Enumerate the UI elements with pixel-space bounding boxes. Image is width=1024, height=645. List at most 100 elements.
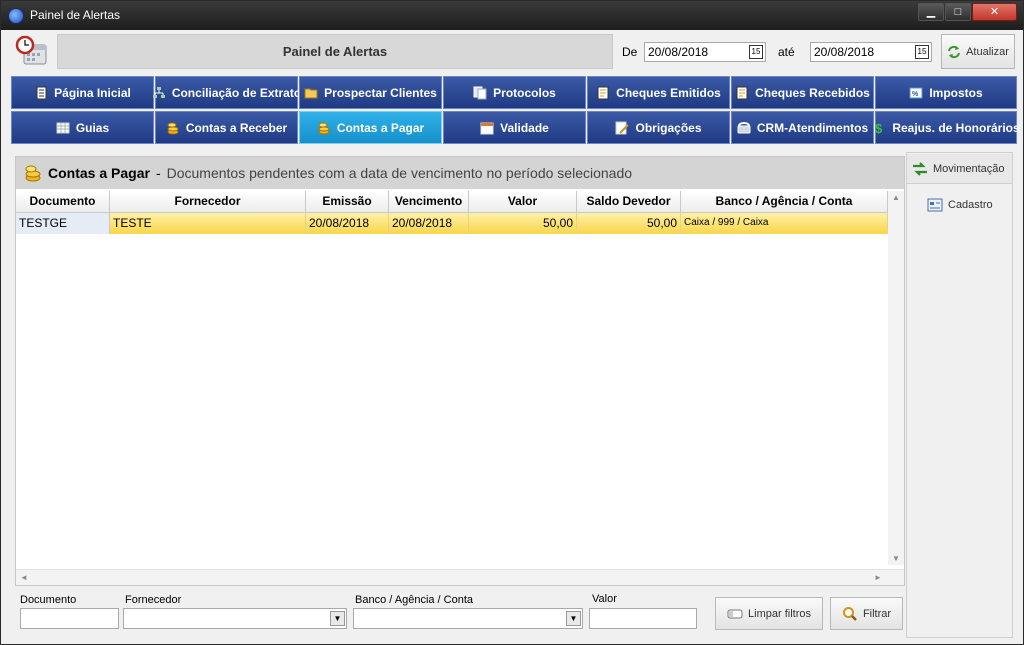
chevron-down-icon[interactable]: ▼: [330, 611, 345, 626]
document-icon: [36, 86, 47, 99]
valor-filter-input[interactable]: [589, 608, 697, 629]
nav-button-14[interactable]: $ Reajus. de Honorários: [875, 111, 1020, 144]
scroll-up-icon[interactable]: ▲: [892, 193, 900, 202]
section-title: Contas a Pagar: [48, 165, 150, 181]
nav-button-label: Cheques Recebidos: [755, 85, 870, 100]
nav-button-label: Obrigações: [635, 120, 702, 135]
nav-button-label: Prospectar Clientes: [324, 85, 437, 100]
svg-text:%: %: [912, 91, 919, 98]
results-panel: Contas a Pagar - Documentos pendentes co…: [15, 156, 905, 586]
nav-button-label: Guias: [75, 120, 110, 135]
maximize-button[interactable]: □: [945, 3, 971, 21]
nav-button-9[interactable]: Contas a Receber: [155, 111, 298, 144]
fornecedor-filter-select[interactable]: ▼: [123, 608, 347, 629]
vertical-scrollbar[interactable]: ▲ ▼: [888, 191, 904, 565]
coins-icon: [318, 122, 330, 134]
chevron-down-icon[interactable]: ▼: [566, 611, 581, 626]
side-panel: Movimentação Cadastro: [906, 152, 1013, 638]
nav-button-4[interactable]: Protocolos: [443, 76, 586, 109]
scroll-left-icon[interactable]: ◄: [20, 573, 28, 582]
from-date-input[interactable]: 20/08/2018 15: [644, 42, 766, 62]
column-header-emissao[interactable]: Emissão: [306, 191, 389, 213]
nav-button-label: Reajus. de Honorários: [892, 120, 1020, 135]
nav-button-label: Protocolos: [493, 85, 556, 100]
calendar-icon[interactable]: 15: [749, 45, 763, 59]
calendar-icon[interactable]: 15: [915, 45, 929, 59]
column-header-banco[interactable]: Banco / Agência / Conta: [681, 191, 888, 213]
exchange-icon: [913, 161, 927, 176]
filter-label: Filtrar: [862, 607, 892, 620]
nav-button-2[interactable]: Conciliação de Extrato: [152, 76, 302, 109]
column-header-saldo-devedor[interactable]: Saldo Devedor: [577, 191, 681, 213]
table-icon: [56, 122, 70, 133]
nav-button-10[interactable]: Contas a Pagar: [299, 111, 442, 144]
cell-vencimento: 20/08/2018: [389, 213, 469, 234]
svg-text:$: $: [875, 121, 883, 135]
calendar-icon: [480, 122, 494, 134]
page-title: Painel de Alertas: [57, 34, 613, 69]
nav-button-label: Impostos: [929, 85, 983, 100]
column-header-documento[interactable]: Documento: [16, 191, 110, 213]
nav-button-label: Contas a Receber: [185, 120, 288, 135]
nav-button-label: Contas a Pagar: [336, 120, 425, 135]
nav-button-label: Cheques Emitidos: [616, 85, 721, 100]
data-table: Documento Fornecedor Emissão Vencimento …: [16, 191, 888, 234]
cell-banco: Caixa / 999 / Caixa: [681, 213, 888, 234]
filter-button[interactable]: Filtrar: [830, 597, 903, 630]
form-icon: [927, 198, 943, 212]
nav-button-12[interactable]: Obrigações: [587, 111, 730, 144]
table-header: Documento Fornecedor Emissão Vencimento …: [16, 191, 888, 213]
column-header-fornecedor[interactable]: Fornecedor: [110, 191, 306, 213]
magnifier-icon: [842, 606, 857, 621]
folder-icon: [304, 88, 318, 98]
nav-button-6[interactable]: Cheques Recebidos: [731, 76, 874, 109]
nav-button-label: Validade: [500, 120, 549, 135]
app-logo-icon: [8, 8, 24, 24]
banco-filter-select[interactable]: ▼: [353, 608, 583, 629]
table-row[interactable]: TESTGE TESTE 20/08/2018 20/08/2018 50,00…: [16, 213, 888, 234]
to-date-input[interactable]: 20/08/2018 15: [810, 42, 932, 62]
cheque-icon: [597, 86, 609, 99]
cell-documento: TESTGE: [16, 213, 110, 234]
close-button[interactable]: ✕: [972, 3, 1017, 21]
valor-filter-label: Valor: [592, 593, 617, 605]
phone-icon: [737, 121, 751, 133]
nav-button-3[interactable]: Prospectar Clientes: [299, 76, 442, 109]
documento-filter-input[interactable]: [20, 608, 119, 629]
nav-button-13[interactable]: CRM-Atendimentos: [731, 111, 874, 144]
nav-button-7[interactable]: % Impostos: [875, 76, 1017, 109]
coins-icon: [167, 122, 179, 134]
cheque-icon: [736, 86, 748, 99]
nav-button-8[interactable]: Guias: [11, 111, 154, 144]
minimize-button[interactable]: ▁: [918, 3, 944, 21]
refresh-icon: [948, 45, 961, 58]
nav-button-11[interactable]: Validade: [443, 111, 586, 144]
to-date-value: 20/08/2018: [814, 45, 875, 59]
nav-grid: Página Inicial Conciliação de Extrato Pros…: [11, 76, 1020, 146]
from-label: De: [622, 45, 638, 59]
scroll-down-icon[interactable]: ▼: [892, 554, 900, 563]
horizontal-scrollbar[interactable]: ◄ ►: [16, 569, 904, 585]
nav-button-1[interactable]: Página Inicial: [11, 76, 154, 109]
side-item-movimentacao[interactable]: Movimentação: [907, 154, 1012, 184]
cell-valor: 50,00: [469, 213, 577, 234]
filter-bar: Documento Fornecedor ▼ Banco / Agência /…: [15, 590, 905, 636]
tax-icon: %: [909, 87, 923, 98]
side-item-cadastro[interactable]: Cadastro: [907, 190, 1012, 220]
clear-filters-button[interactable]: Limpar filtros: [715, 597, 823, 630]
window-controls: ▁ □ ✕: [917, 3, 1017, 21]
column-header-valor[interactable]: Valor: [469, 191, 577, 213]
nav-button-label: CRM-Atendimentos: [756, 120, 869, 135]
refresh-button[interactable]: Atualizar: [941, 34, 1015, 69]
documento-filter-label: Documento: [20, 594, 77, 606]
cell-emissao: 20/08/2018: [306, 213, 389, 234]
column-header-vencimento[interactable]: Vencimento: [389, 191, 469, 213]
dollar-icon: $: [875, 121, 883, 135]
side-item-label: Cadastro: [948, 199, 993, 211]
scroll-right-icon[interactable]: ►: [874, 573, 882, 582]
nav-button-5[interactable]: Cheques Emitidos: [587, 76, 730, 109]
edit-icon: [615, 121, 630, 134]
title-bar: Painel de Alertas ▁ □ ✕: [1, 1, 1023, 30]
nav-button-label: Conciliação de Extrato: [171, 85, 302, 100]
clear-filters-label: Limpar filtros: [748, 607, 811, 620]
